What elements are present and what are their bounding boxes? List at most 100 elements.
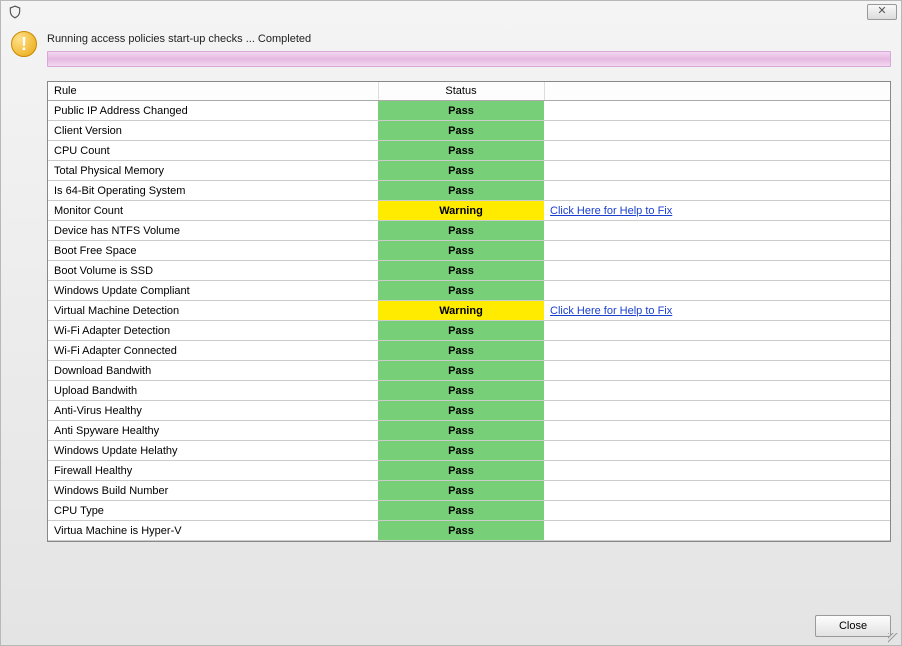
rule-cell: Public IP Address Changed [48,101,378,121]
table-row: Total Physical MemoryPass [48,161,890,181]
rule-cell: Client Version [48,121,378,141]
status-cell: Pass [378,181,544,201]
rule-cell: Boot Free Space [48,241,378,261]
status-cell: Pass [378,281,544,301]
titlebar: ✕ [1,1,901,23]
column-header-rule[interactable]: Rule [48,82,378,101]
action-cell [544,161,890,181]
table-row: Client VersionPass [48,121,890,141]
results-table-container: Rule Status Public IP Address ChangedPas… [47,81,891,542]
header-text-column: Running access policies start-up checks … [47,31,891,69]
status-cell: Warning [378,301,544,321]
status-cell: Pass [378,521,544,541]
action-cell [544,121,890,141]
rule-cell: Virtua Machine is Hyper-V [48,521,378,541]
rule-cell: Total Physical Memory [48,161,378,181]
status-cell: Pass [378,161,544,181]
rule-cell: Virtual Machine Detection [48,301,378,321]
column-header-status[interactable]: Status [378,82,544,101]
status-cell: Pass [378,221,544,241]
table-row: Download BandwithPass [48,361,890,381]
status-cell: Pass [378,261,544,281]
status-message: Running access policies start-up checks … [47,31,891,51]
action-cell [544,501,890,521]
action-cell: Click Here for Help to Fix [544,301,890,321]
table-row: Windows Update HelathyPass [48,441,890,461]
action-cell: Click Here for Help to Fix [544,201,890,221]
rule-cell: Anti Spyware Healthy [48,421,378,441]
action-cell [544,341,890,361]
rule-cell: Download Bandwith [48,361,378,381]
table-row: CPU CountPass [48,141,890,161]
rule-cell: Device has NTFS Volume [48,221,378,241]
content-area: ! Running access policies start-up check… [1,23,901,607]
action-cell [544,401,890,421]
action-cell [544,361,890,381]
resize-grip[interactable] [888,633,898,643]
table-row: Is 64-Bit Operating SystemPass [48,181,890,201]
help-link[interactable]: Click Here for Help to Fix [550,205,672,217]
header-row: ! Running access policies start-up check… [11,31,891,69]
table-row: Public IP Address ChangedPass [48,101,890,121]
status-cell: Pass [378,401,544,421]
action-cell [544,181,890,201]
table-row: CPU TypePass [48,501,890,521]
rule-cell: Windows Update Helathy [48,441,378,461]
help-link[interactable]: Click Here for Help to Fix [550,305,672,317]
table-row: Upload BandwithPass [48,381,890,401]
shield-icon [7,4,23,20]
status-cell: Pass [378,441,544,461]
column-header-action[interactable] [544,82,890,101]
table-row: Virtua Machine is Hyper-VPass [48,521,890,541]
rule-cell: Boot Volume is SSD [48,261,378,281]
dialog-window: ✕ ! Running access policies start-up che… [0,0,902,646]
table-row: Monitor CountWarning Click Here for Help … [48,201,890,221]
action-cell [544,421,890,441]
rule-cell: Is 64-Bit Operating System [48,181,378,201]
table-row: Windows Update CompliantPass [48,281,890,301]
status-cell: Pass [378,321,544,341]
action-cell [544,441,890,461]
table-row: Virtual Machine DetectionWarning Click He… [48,301,890,321]
results-table: Rule Status Public IP Address ChangedPas… [48,82,890,541]
status-cell: Pass [378,361,544,381]
warning-icon: ! [11,31,37,57]
status-cell: Pass [378,381,544,401]
table-row: Boot Volume is SSDPass [48,261,890,281]
status-cell: Pass [378,241,544,261]
rule-cell: Windows Build Number [48,481,378,501]
table-row: Boot Free SpacePass [48,241,890,261]
rule-cell: Windows Update Compliant [48,281,378,301]
window-close-button[interactable]: ✕ [867,4,897,20]
action-cell [544,261,890,281]
action-cell [544,281,890,301]
table-row: Anti Spyware HealthyPass [48,421,890,441]
action-cell [544,381,890,401]
rule-cell: Wi-Fi Adapter Detection [48,321,378,341]
table-row: Windows Build NumberPass [48,481,890,501]
rule-cell: Upload Bandwith [48,381,378,401]
table-row: Device has NTFS VolumePass [48,221,890,241]
action-cell [544,101,890,121]
rule-cell: Monitor Count [48,201,378,221]
status-cell: Pass [378,461,544,481]
status-cell: Pass [378,421,544,441]
rule-cell: Wi-Fi Adapter Connected [48,341,378,361]
status-cell: Pass [378,501,544,521]
table-row: Firewall HealthyPass [48,461,890,481]
rule-cell: CPU Type [48,501,378,521]
rule-cell: CPU Count [48,141,378,161]
action-cell [544,461,890,481]
status-cell: Pass [378,101,544,121]
action-cell [544,141,890,161]
status-cell: Pass [378,481,544,501]
status-cell: Warning [378,201,544,221]
rule-cell: Firewall Healthy [48,461,378,481]
table-row: Wi-Fi Adapter DetectionPass [48,321,890,341]
action-cell [544,521,890,541]
status-cell: Pass [378,341,544,361]
table-row: Anti-Virus HealthyPass [48,401,890,421]
progress-bar [47,51,891,67]
action-cell [544,241,890,261]
close-button[interactable]: Close [815,615,891,637]
